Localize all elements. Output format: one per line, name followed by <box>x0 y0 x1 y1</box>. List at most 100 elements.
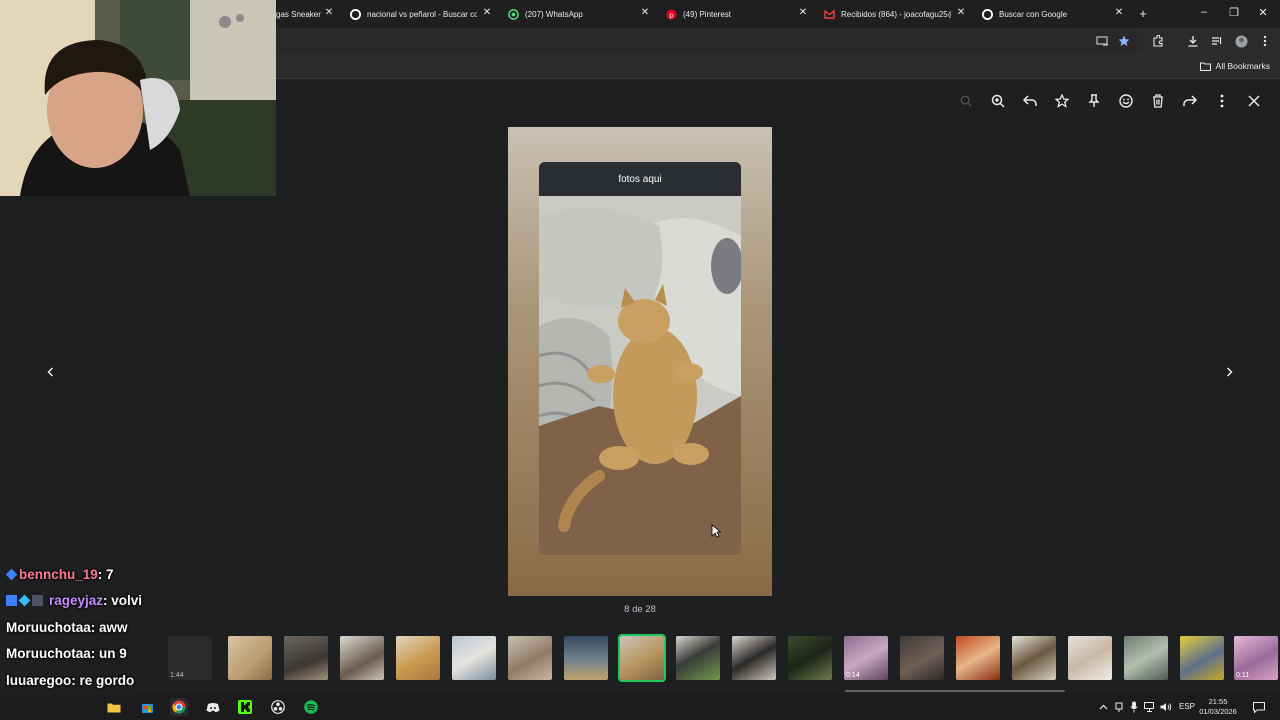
thumbnail[interactable] <box>1068 636 1112 680</box>
tab-close-icon[interactable]: ✕ <box>797 7 809 18</box>
all-bookmarks-button[interactable]: All Bookmarks <box>1199 61 1270 71</box>
thumbnail[interactable] <box>340 636 384 680</box>
close-icon[interactable] <box>1245 92 1263 110</box>
story-card: fotos aqui <box>539 162 741 555</box>
gmail-icon <box>823 8 835 20</box>
thumbnail[interactable] <box>1180 636 1224 680</box>
tab-close-icon[interactable]: ✕ <box>955 7 967 18</box>
thumbnail[interactable] <box>564 636 608 680</box>
thumbnail[interactable] <box>228 636 272 680</box>
svg-text:p: p <box>669 10 674 19</box>
clock-time: 21:55 <box>1208 697 1228 706</box>
tab-title: (207) WhatsApp <box>525 9 583 19</box>
volume-icon[interactable] <box>1157 698 1175 716</box>
folder-icon <box>1199 62 1211 71</box>
thumbnail[interactable]: 0:11 <box>1234 636 1278 680</box>
install-app-icon[interactable] <box>1094 33 1110 49</box>
chat-message: rageyjaz : volvi <box>6 589 142 611</box>
thumbnail-strip: 1:44 0:14 0:11 <box>160 634 1280 684</box>
download-icon[interactable] <box>1185 33 1201 49</box>
extensions-icon[interactable] <box>1150 33 1166 49</box>
more-icon[interactable] <box>1213 92 1231 110</box>
badge-icon <box>6 594 17 606</box>
thumbnail[interactable] <box>732 636 776 680</box>
thumbnail[interactable] <box>1012 636 1056 680</box>
tab-whatsapp[interactable]: (207) WhatsApp <box>507 0 637 28</box>
thumbnail[interactable] <box>676 636 720 680</box>
reply-icon[interactable] <box>1021 92 1039 110</box>
notifications-icon[interactable] <box>1250 698 1268 716</box>
tab-close-icon[interactable]: ✕ <box>481 7 493 18</box>
thumbnail[interactable]: 1:44 <box>168 636 212 680</box>
tab-title: (49) Pinterest <box>683 9 732 19</box>
chat-text: : re gordo <box>71 672 135 688</box>
tab-gmail[interactable]: Recibidos (864) - joacofagu25@ <box>823 0 951 28</box>
cat-photo <box>539 196 741 555</box>
mouse-cursor-icon <box>711 524 721 538</box>
forward-icon[interactable] <box>1181 92 1199 110</box>
store-icon[interactable] <box>138 698 156 716</box>
next-arrow-icon[interactable] <box>1218 361 1240 383</box>
chat-username: Moruuchotaa <box>6 619 91 635</box>
new-tab-button[interactable]: + <box>1137 6 1149 21</box>
thumbnail[interactable] <box>396 636 440 680</box>
chat-message: luuaregoo : re gordo <box>6 669 134 691</box>
bookmark-star-icon[interactable] <box>1116 33 1132 49</box>
zoom-out-icon <box>957 92 975 110</box>
spotify-icon[interactable] <box>302 698 320 716</box>
address-bar[interactable] <box>270 31 1145 53</box>
delete-icon[interactable] <box>1149 92 1167 110</box>
profile-avatar-icon[interactable] <box>1233 33 1249 49</box>
tab-google[interactable]: Buscar con Google <box>981 0 1111 28</box>
thumbnail-scrollbar[interactable] <box>845 690 1065 692</box>
obs-icon[interactable] <box>269 698 287 716</box>
tab-close-icon[interactable]: ✕ <box>1113 7 1125 18</box>
chat-text: : un 9 <box>90 645 127 661</box>
discord-icon[interactable] <box>204 698 222 716</box>
tab-pinterest[interactable]: p (49) Pinterest <box>665 0 795 28</box>
media-control-icon[interactable] <box>1209 33 1225 49</box>
thumbnail[interactable] <box>284 636 328 680</box>
thumbnail[interactable] <box>900 636 944 680</box>
minimize-icon[interactable]: – <box>1194 6 1214 18</box>
chat-message: bennchu_19 : 7 <box>5 563 114 585</box>
browser-menu-icon[interactable] <box>1257 33 1273 49</box>
tab-sneakers[interactable]: gas Sneaker <box>276 0 328 28</box>
video-duration: 0:11 <box>1236 672 1250 679</box>
badge-icon <box>5 568 18 580</box>
video-duration: 1:44 <box>170 672 184 679</box>
previous-arrow-icon[interactable] <box>39 361 61 383</box>
thumbnail[interactable] <box>1124 636 1168 680</box>
thumbnail-selected[interactable] <box>618 634 666 682</box>
clock[interactable]: 21:55 01/03/2026 <box>1196 697 1240 717</box>
badge-icon <box>18 594 31 606</box>
chrome-icon[interactable] <box>170 698 188 716</box>
badge-icon <box>32 594 43 606</box>
restore-icon[interactable]: ❐ <box>1224 6 1244 19</box>
thumbnail[interactable] <box>508 636 552 680</box>
emoji-icon[interactable] <box>1117 92 1135 110</box>
thumbnail[interactable] <box>452 636 496 680</box>
tab-nacional[interactable]: nacional vs peñarol - Buscar co <box>349 0 477 28</box>
window-close-icon[interactable]: ✕ <box>1253 6 1273 19</box>
kick-icon[interactable] <box>236 698 254 716</box>
pinterest-icon: p <box>665 8 677 20</box>
chat-username: Moruuchotaa <box>6 645 91 661</box>
star-icon[interactable] <box>1053 92 1071 110</box>
tab-close-icon[interactable]: ✕ <box>639 7 651 18</box>
zoom-in-icon[interactable] <box>989 92 1007 110</box>
google-icon <box>981 8 993 20</box>
whatsapp-icon <box>507 8 519 20</box>
chat-message: Moruuchotaa : aww <box>6 616 128 638</box>
tab-title: Buscar con Google <box>999 9 1068 19</box>
thumbnail[interactable]: 0:14 <box>844 636 888 680</box>
tab-close-icon[interactable]: ✕ <box>323 7 335 18</box>
pin-icon[interactable] <box>1085 92 1103 110</box>
thumbnail[interactable] <box>956 636 1000 680</box>
chat-text: : volvi <box>103 592 143 608</box>
language-indicator[interactable]: ESP <box>1179 702 1195 711</box>
webcam-overlay <box>0 0 276 196</box>
file-explorer-icon[interactable] <box>105 698 123 716</box>
tab-title: nacional vs peñarol - Buscar co <box>367 9 477 19</box>
thumbnail[interactable] <box>788 636 832 680</box>
